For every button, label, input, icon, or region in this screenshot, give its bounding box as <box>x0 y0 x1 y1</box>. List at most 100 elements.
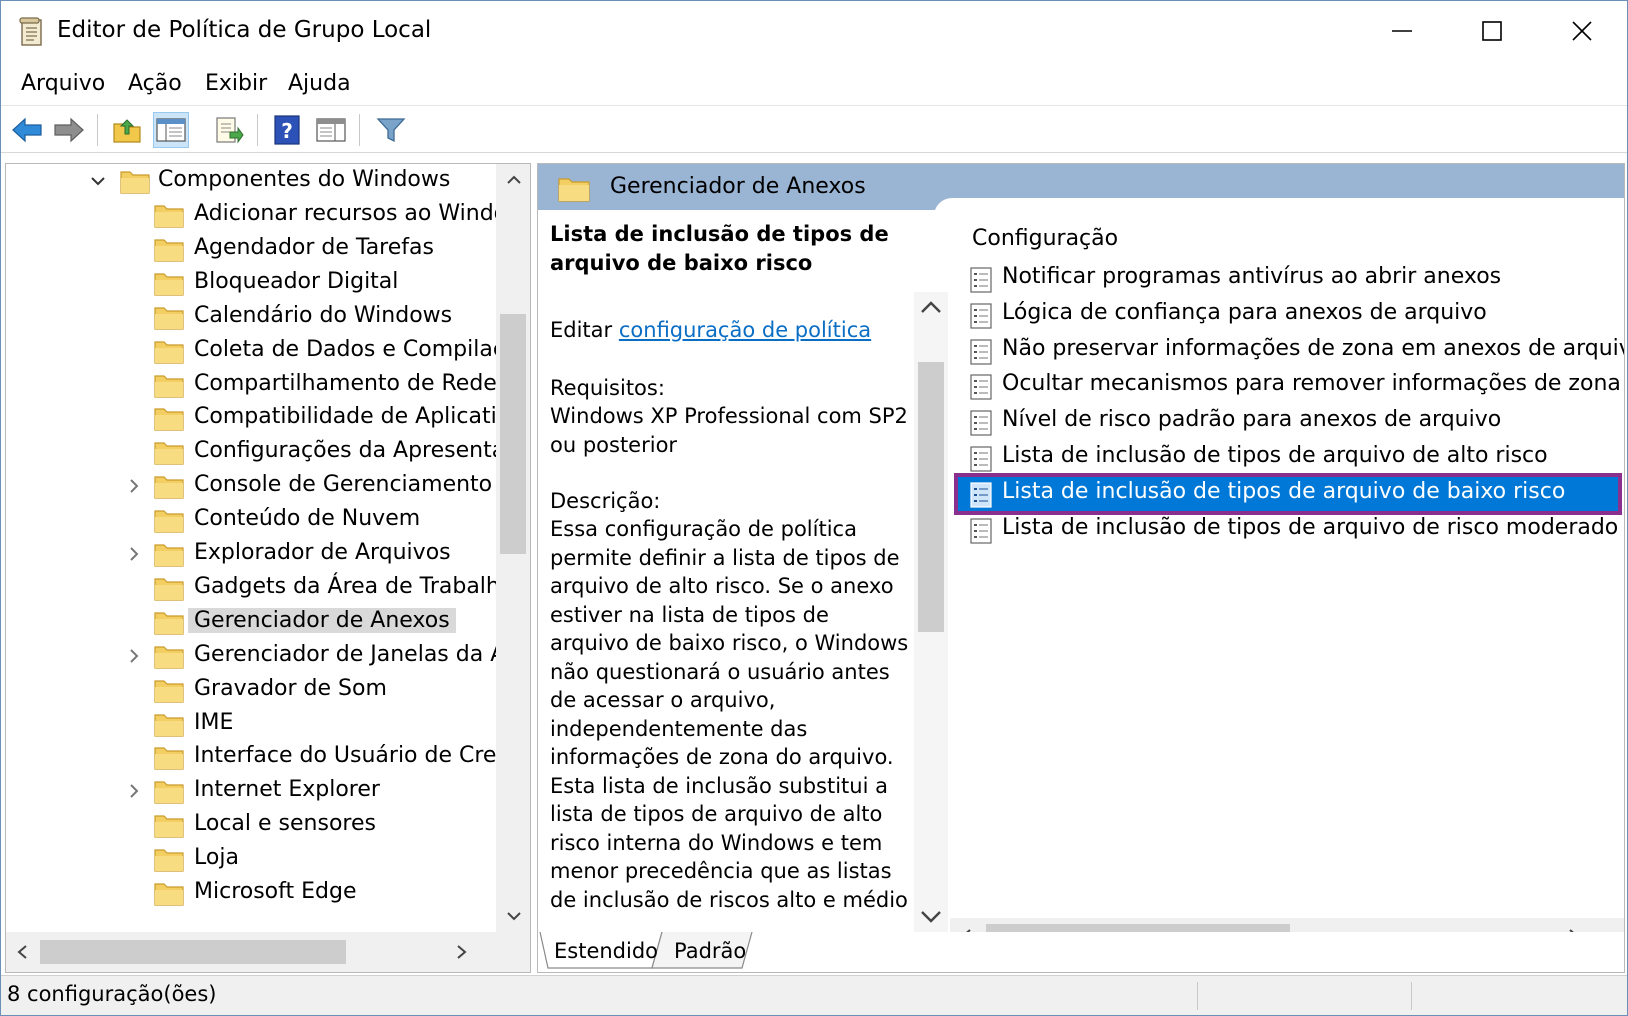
tree-item[interactable]: Compatibilidade de Aplicativ <box>6 401 510 436</box>
app-window: Editor de Política de Grupo Local Arquiv… <box>0 0 1628 1016</box>
tree-item[interactable]: Adicionar recursos ao Windo <box>6 198 507 233</box>
menu-ajuda[interactable]: Ajuda <box>288 71 351 96</box>
scroll-thumb[interactable] <box>40 940 346 964</box>
menu-acao[interactable]: Ação <box>128 71 182 96</box>
edit-policy-link[interactable]: configuração de política <box>619 318 871 342</box>
folder-icon <box>154 544 184 567</box>
folder-icon <box>154 849 184 872</box>
settings-list: Configuração Notificar programas antivír… <box>950 210 1624 954</box>
description-label: Descrição: <box>550 489 661 513</box>
up-folder-button[interactable] <box>109 112 145 148</box>
folder-icon <box>154 578 184 601</box>
tree-item-label: IME <box>194 709 234 735</box>
tree-item[interactable]: Local e sensores <box>6 808 492 843</box>
tree-item[interactable]: Compartilhamento de Rede <box>6 368 497 403</box>
description-text: Essa configuração de política permite de… <box>550 517 909 912</box>
folder-icon <box>154 307 184 330</box>
tree-item[interactable]: Coleta de Dados e Compilaçã <box>6 334 518 369</box>
folder-icon <box>154 205 184 228</box>
tree-item-label: Componentes do Windows <box>158 167 451 192</box>
tree-item[interactable]: Loja <box>6 842 492 877</box>
tree-item[interactable]: Gerenciador de Janelas da Ár <box>6 639 514 674</box>
chevron-down-icon[interactable] <box>88 171 108 191</box>
setting-row[interactable]: Lista de inclusão de tipos de arquivo de… <box>954 472 1622 515</box>
setting-row[interactable]: Lista de inclusão de tipos de arquivo de… <box>958 513 1618 547</box>
folder-icon <box>154 713 184 737</box>
chevron-left-icon[interactable] <box>16 944 28 960</box>
tab-standard[interactable]: Padrão <box>674 932 746 970</box>
tree-vscrollbar[interactable] <box>496 164 530 932</box>
setting-row[interactable]: Lista de inclusão de tipos de arquivo de… <box>958 441 1618 475</box>
tree-item[interactable]: Agendador de Tarefas <box>6 232 492 267</box>
help-button[interactable]: ? <box>269 112 305 148</box>
tree-item[interactable]: Gravador de Som <box>6 673 492 708</box>
export-list-button[interactable] <box>211 112 247 148</box>
menu-arquivo[interactable]: Arquivo <box>21 71 105 96</box>
tree-item-componentes[interactable]: Componentes do Windows <box>6 164 492 199</box>
tree-item[interactable]: Conteúdo de Nuvem <box>6 503 492 538</box>
setting-row[interactable]: Lógica de confiança para anexos de arqui… <box>958 298 1618 332</box>
menu-bar: Arquivo Ação Exibir Ajuda <box>1 65 1627 105</box>
chevron-right-icon[interactable] <box>124 544 144 564</box>
tree-item-label: Configurações da Apresentaç <box>194 438 518 464</box>
folder-icon <box>154 374 184 398</box>
up-folder-icon <box>113 119 141 143</box>
tree-item[interactable]: Internet Explorer <box>6 774 492 809</box>
tab-extended[interactable]: Estendido <box>554 932 658 970</box>
back-button[interactable] <box>9 112 45 148</box>
chevron-right-icon[interactable] <box>456 944 468 960</box>
tree-item-label: Adicionar recursos ao Windo <box>194 201 508 226</box>
setting-row[interactable]: Nível de risco padrão para anexos de arq… <box>958 405 1618 439</box>
close-button[interactable] <box>1537 1 1627 61</box>
scroll-thumb[interactable] <box>500 314 526 554</box>
folder-icon <box>154 340 184 364</box>
edit-line: Editar configuração de política <box>550 318 871 342</box>
column-header-setting[interactable]: Configuração <box>972 226 1118 251</box>
chevron-down-icon[interactable] <box>506 910 522 922</box>
folder-icon <box>154 612 184 635</box>
setting-label: Notificar programas antivírus ao abrir a… <box>1002 264 1502 289</box>
forward-button[interactable] <box>51 112 87 148</box>
tree-item[interactable]: IME <box>6 707 492 742</box>
maximize-button[interactable] <box>1447 1 1537 61</box>
tree-item[interactable]: Interface do Usuário de Crede <box>6 740 524 775</box>
tree-item[interactable]: Gerenciador de Anexos <box>6 605 492 640</box>
show-hide-action-pane-button[interactable] <box>313 112 349 148</box>
filter-button[interactable] <box>373 112 409 148</box>
folder-icon <box>120 171 150 194</box>
chevron-right-icon[interactable] <box>124 476 144 496</box>
chevron-up-icon[interactable] <box>920 300 942 314</box>
view-tabs: Estendido Padrão <box>538 932 1624 972</box>
tree-item[interactable]: Console de Gerenciamento M <box>6 469 518 504</box>
back-arrow-icon <box>12 117 42 143</box>
folder-icon <box>558 178 590 202</box>
toolbar-separator <box>97 114 98 146</box>
setting-row[interactable]: Não preservar informações de zona em ane… <box>958 334 1624 368</box>
policy-setting-icon <box>970 482 992 508</box>
tree-item[interactable]: Microsoft Edge <box>6 876 492 911</box>
title-bar: Editor de Política de Grupo Local <box>1 1 1627 61</box>
description-scrollbar[interactable] <box>914 292 948 932</box>
chevron-up-icon[interactable] <box>506 174 522 186</box>
minimize-button[interactable] <box>1357 1 1447 61</box>
menu-exibir[interactable]: Exibir <box>205 71 267 96</box>
policy-setting-icon <box>970 338 992 365</box>
show-hide-tree-button[interactable] <box>153 112 189 148</box>
tree-item[interactable]: Calendário do Windows <box>6 300 492 335</box>
tree-item[interactable]: Configurações da Apresentaç <box>6 435 517 470</box>
setting-row[interactable]: Notificar programas antivírus ao abrir a… <box>958 262 1618 296</box>
tree-item-label: Agendador de Tarefas <box>194 234 434 260</box>
setting-row[interactable]: Ocultar mecanismos para remover informaç… <box>958 369 1621 403</box>
tree-item-label: Explorador de Arquivos <box>194 540 451 565</box>
tree-item[interactable]: Gadgets da Área de Trabalho <box>6 571 513 606</box>
tree-hscrollbar[interactable] <box>6 932 530 972</box>
tree-item-label: Microsoft Edge <box>194 879 357 904</box>
tree-item[interactable]: Explorador de Arquivos <box>6 537 492 572</box>
tree-item[interactable]: Bloqueador Digital <box>6 266 492 301</box>
chevron-down-icon[interactable] <box>920 910 942 924</box>
chevron-right-icon[interactable] <box>124 646 144 666</box>
chevron-right-icon[interactable] <box>124 781 144 801</box>
folder-icon <box>154 273 184 296</box>
folder-icon <box>154 239 184 262</box>
scroll-thumb[interactable] <box>918 362 944 632</box>
